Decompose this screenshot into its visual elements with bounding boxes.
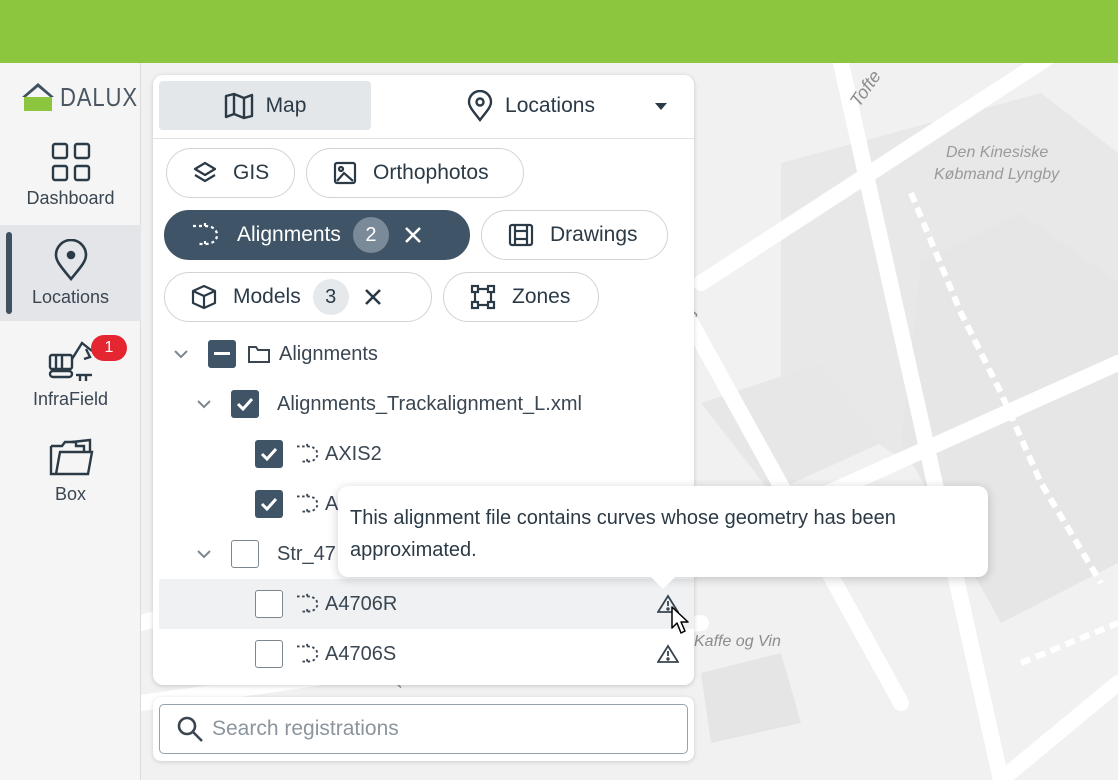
alignment-checkbox[interactable] [255, 440, 283, 468]
alignment-checkbox[interactable] [255, 640, 283, 668]
warning-icon[interactable] [657, 644, 679, 664]
map-icon [224, 92, 254, 120]
house-logo-icon [22, 83, 54, 111]
sidebar-item-label: Locations [31, 286, 110, 307]
chip-label: GIS [233, 161, 270, 184]
alignment-checkbox[interactable] [255, 490, 283, 518]
layers-icon [193, 161, 217, 185]
location-pin-icon [467, 89, 493, 122]
map-layers-panel: Map Locations GIS Orthophotos Alignments… [153, 75, 694, 685]
sidebar-item-box[interactable]: Box [0, 423, 141, 519]
sidebar-item-locations[interactable]: Locations [0, 225, 141, 321]
alignment-icon [295, 443, 321, 465]
tree-row-label: Alignments [279, 342, 378, 365]
location-pin-icon [54, 238, 87, 281]
map-label-kinesiske: Den Kinesiske [946, 144, 1048, 161]
chip-label: Drawings [550, 223, 638, 246]
chip-alignments[interactable]: Alignments 2 [164, 210, 470, 260]
sidebar: DALUX Dashboard Locations InfraField 1 B… [0, 63, 141, 780]
clear-alignments-icon[interactable] [403, 225, 423, 245]
folder-icon [49, 438, 93, 475]
map-label-kaffe: Kaffe og Vin [694, 633, 781, 650]
alignments-count: 2 [352, 217, 389, 253]
search-field[interactable] [159, 704, 688, 754]
folder-checkbox[interactable] [208, 340, 236, 368]
tab-label: Map [265, 93, 307, 117]
top-bar [0, 0, 1118, 63]
alignment-checkbox[interactable] [255, 590, 283, 618]
dalux-logo[interactable]: DALUX [20, 79, 152, 115]
tooltip-text: This alignment file contains curves whos… [350, 507, 896, 561]
mouse-cursor-icon [671, 606, 689, 634]
notification-badge: 1 [91, 335, 127, 361]
tree-row-label: A [325, 492, 339, 515]
chevron-down-icon[interactable] [173, 349, 189, 359]
tree-row-label: AXIS2 [325, 442, 382, 465]
image-icon [333, 161, 357, 185]
sidebar-item-label: Box [54, 483, 87, 504]
tree-row-label: Alignments_Trackalignment_L.xml [277, 392, 582, 415]
chip-label: Zones [512, 285, 571, 308]
sidebar-item-dashboard[interactable]: Dashboard [0, 127, 141, 223]
search-input[interactable] [212, 717, 672, 741]
tree-row-file[interactable]: Alignments_Trackalignment_L.xml [159, 379, 694, 429]
alignment-icon [295, 493, 321, 515]
chip-orthophotos[interactable]: Orthophotos [306, 148, 524, 198]
chevron-down-icon[interactable] [655, 103, 667, 110]
drawing-icon [508, 223, 534, 247]
chevron-down-icon[interactable] [196, 549, 212, 559]
map-label-kobmand: Købmand Lyngby [934, 166, 1060, 183]
cube-icon [191, 284, 217, 310]
tab-locations[interactable]: Locations [381, 81, 681, 130]
brand-name: DALUX [60, 81, 138, 112]
grid-icon [51, 142, 90, 181]
sidebar-item-label: Dashboard [26, 187, 115, 208]
tree-row-alignment[interactable]: A4706R [159, 579, 694, 629]
chip-zones[interactable]: Zones [443, 272, 599, 322]
panel-tabs: Map Locations [153, 75, 694, 139]
tree-row-label: Str_47 [277, 542, 336, 565]
chip-label: Orthophotos [373, 161, 489, 184]
zone-icon [470, 284, 496, 310]
sidebar-item-infrafield[interactable]: InfraField 1 [0, 325, 141, 421]
chip-gis[interactable]: GIS [166, 148, 295, 198]
search-icon [176, 715, 204, 743]
models-count: 3 [312, 279, 349, 315]
chip-drawings[interactable]: Drawings [481, 210, 668, 260]
chip-models[interactable]: Models 3 [164, 272, 432, 322]
chip-label: Models [233, 285, 301, 308]
clear-models-icon[interactable] [363, 287, 383, 307]
tree-row-label: A4706S [325, 642, 397, 665]
chip-label: Alignments [237, 223, 341, 246]
excavator-icon [48, 340, 93, 381]
tree-row-label: A4706R [325, 592, 398, 615]
file-checkbox[interactable] [231, 390, 259, 418]
folder-outline-icon [247, 344, 271, 364]
alignment-icon [295, 593, 321, 615]
file-checkbox[interactable] [231, 540, 259, 568]
sidebar-item-label: InfraField [32, 388, 109, 409]
tree-row-alignment[interactable]: AXIS2 [159, 429, 694, 479]
tree-row-alignment[interactable]: A4706S [159, 629, 694, 679]
warning-tooltip: This alignment file contains curves whos… [338, 486, 988, 589]
chevron-down-icon[interactable] [196, 399, 212, 409]
search-container [153, 697, 694, 761]
tab-map[interactable]: Map [159, 81, 371, 130]
alignment-icon [191, 222, 221, 248]
tab-label: Locations [505, 93, 595, 117]
alignment-icon [295, 643, 321, 665]
tree-row-folder[interactable]: Alignments [159, 329, 694, 379]
